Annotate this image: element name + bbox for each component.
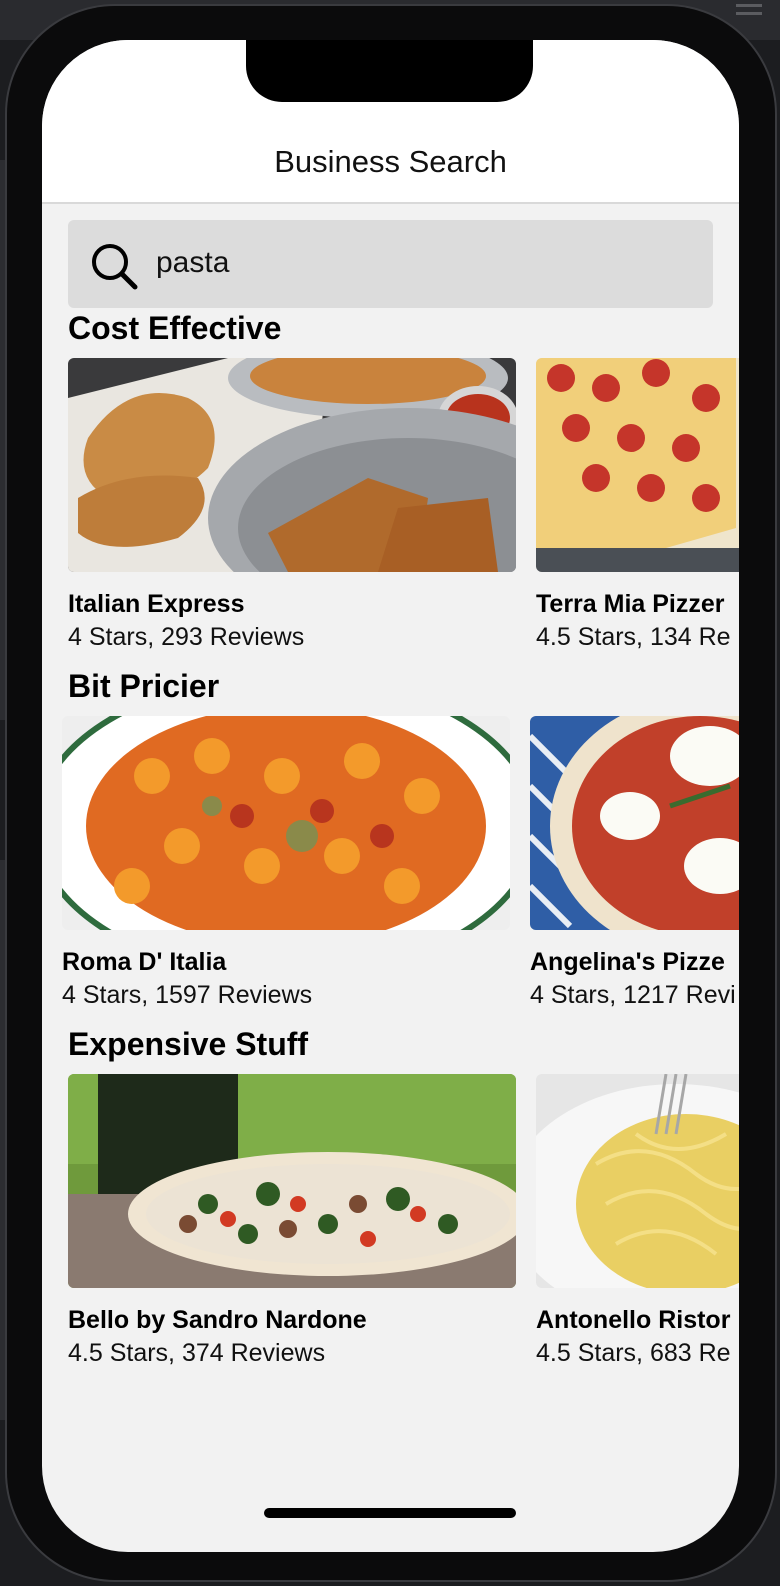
business-rating: 4.5 Stars, 683 Re <box>536 1339 731 1367</box>
business-name: Italian Express <box>68 590 245 618</box>
business-photo <box>536 1074 739 1288</box>
home-indicator[interactable] <box>264 1508 516 1518</box>
business-name: Antonello Ristor <box>536 1306 731 1334</box>
search-icon <box>92 244 138 290</box>
business-photo <box>68 1074 516 1288</box>
business-card[interactable]: Italian Express 4 Stars, 293 Reviews <box>68 358 516 652</box>
business-photo <box>68 358 516 572</box>
section-title-cost-effective: Cost Effective <box>68 310 282 346</box>
hamburger-menu-icon <box>736 4 762 7</box>
business-name: Terra Mia Pizzer <box>536 590 725 618</box>
business-card[interactable]: Roma D' Italia 4 Stars, 1597 Reviews <box>62 716 510 1010</box>
section-title-expensive-stuff: Expensive Stuff <box>68 1026 309 1062</box>
search-input[interactable]: pasta <box>156 246 229 280</box>
business-rating: 4 Stars, 1217 Revi <box>530 981 736 1009</box>
business-name: Roma D' Italia <box>62 948 227 976</box>
phone-screen: Business Search pasta Cost Effective Ita… <box>42 40 739 1552</box>
page-title: Business Search <box>274 144 507 179</box>
business-rating: 4.5 Stars, 134 Re <box>536 623 731 651</box>
business-card[interactable]: Terra Mia Pizzer 4.5 Stars, 134 Re <box>536 358 739 652</box>
section-title-bit-pricier: Bit Pricier <box>68 668 220 704</box>
business-card[interactable]: Angelina's Pizze 4 Stars, 1217 Revi <box>530 716 739 1010</box>
business-card[interactable]: Bello by Sandro Nardone 4.5 Stars, 374 R… <box>68 1074 516 1368</box>
business-name: Angelina's Pizze <box>530 948 725 976</box>
device-notch <box>246 40 533 102</box>
business-rating: 4 Stars, 293 Reviews <box>68 623 305 651</box>
business-card[interactable]: Antonello Ristor 4.5 Stars, 683 Re <box>536 1074 739 1368</box>
business-photo <box>536 358 739 572</box>
business-rating: 4.5 Stars, 374 Reviews <box>68 1339 326 1367</box>
business-photo <box>62 716 510 930</box>
business-photo <box>530 716 739 930</box>
search-field[interactable]: pasta <box>68 220 713 308</box>
business-rating: 4 Stars, 1597 Reviews <box>62 981 313 1009</box>
business-name: Bello by Sandro Nardone <box>68 1306 367 1334</box>
